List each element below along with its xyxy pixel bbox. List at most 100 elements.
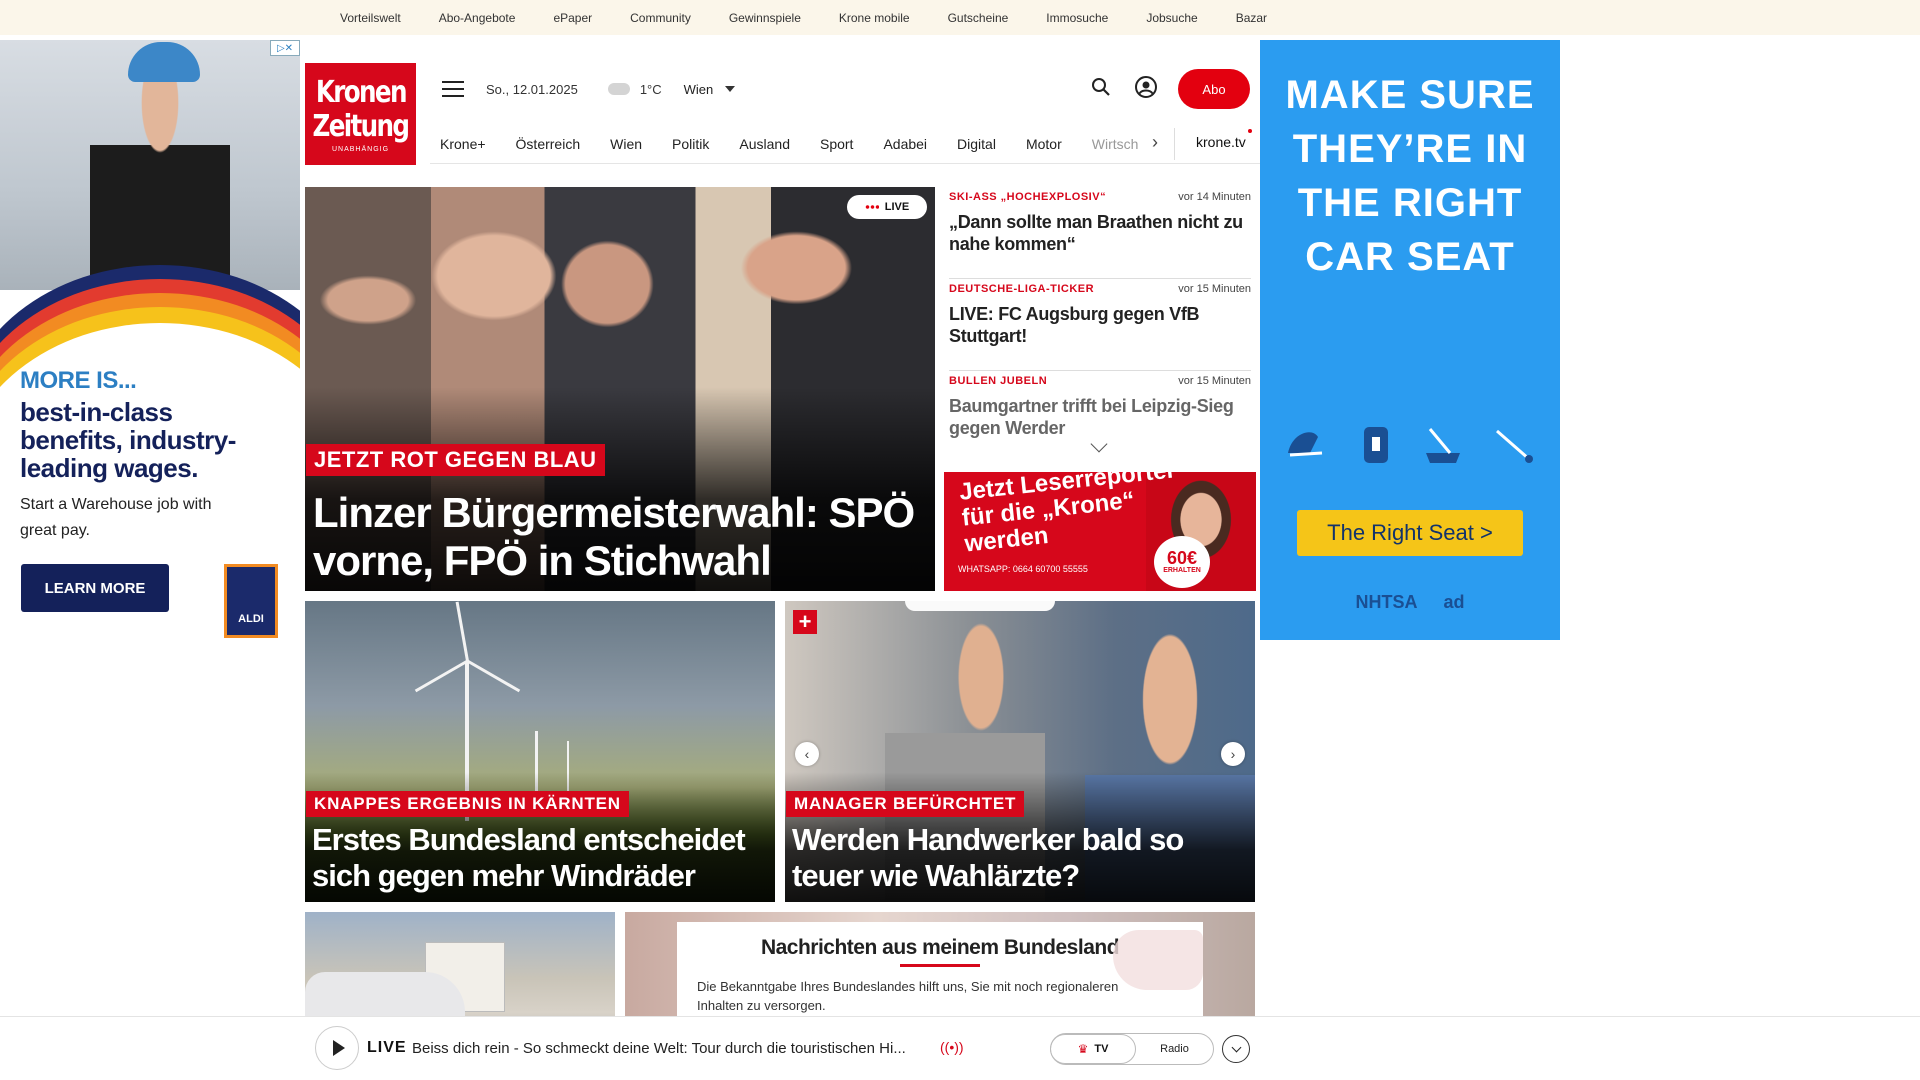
live-label: LIVE [884, 201, 910, 213]
news-headline[interactable]: Baumgartner trifft bei Leipzig-Sieg gege… [949, 395, 1251, 439]
news-time: vor 15 Minuten [1178, 283, 1251, 295]
logo-line-2: Zeitung [312, 108, 411, 144]
search-icon[interactable] [1090, 76, 1112, 103]
ad-left[interactable]: ▷✕ MORE IS... best-in-class benefits, in… [0, 40, 300, 640]
article-card-handwerker[interactable]: + ‹ › MANAGER BEFÜRCHTET Werden Handwerk… [785, 601, 1255, 902]
topnav-epaper[interactable]: ePaper [553, 11, 592, 25]
bundesland-text: Die Bekanntgabe Ihres Bundeslandes hilft… [697, 979, 1119, 1013]
card-title[interactable]: Werden Handwerker bald so teuer wie Wahl… [792, 822, 1252, 894]
topnav-immosuche[interactable]: Immosuche [1046, 11, 1108, 25]
tv-option[interactable]: ♛ TV [1050, 1034, 1136, 1064]
temperature: 1°C [639, 81, 662, 97]
news-headline[interactable]: LIVE: FC Augsburg gegen VfB Stuttgart! [949, 303, 1251, 347]
aldi-logo: ALDI [224, 564, 278, 638]
hero-article[interactable]: LIVE JETZT ROT GEGEN BLAU Linzer Bürgerm… [305, 187, 935, 591]
live-player-bar: LIVE Beiss dich rein - So schmeckt deine… [0, 1016, 1920, 1080]
header-row: So., 12.01.2025 1°C Wien Abo [430, 69, 1250, 109]
logo-line-1: Kronen [315, 74, 408, 110]
nhtsa-logo: NHTSA [1355, 592, 1418, 612]
list-item[interactable]: DEUTSCHE-LIGA-TICKER vor 15 Minuten LIVE… [949, 279, 1251, 371]
turbine-blade [414, 659, 469, 693]
broadcast-icon: ((•)) [940, 1039, 964, 1055]
hero-title[interactable]: Linzer Bürgermeisterwahl: SPÖ vorne, FPÖ… [313, 489, 933, 585]
user-account-icon[interactable] [1134, 75, 1158, 104]
logo-line-3: UNABHÄNGIG [331, 145, 390, 153]
ad-left-more: MORE IS... [20, 367, 137, 394]
heading-underline [900, 964, 980, 967]
expand-player-icon[interactable] [1222, 1035, 1250, 1063]
nav-krone-tv[interactable]: krone.tv [1196, 134, 1246, 150]
nav-oesterreich[interactable]: Österreich [516, 136, 581, 152]
topnav-abo-angebote[interactable]: Abo-Angebote [439, 11, 516, 25]
austria-map-icon [1113, 930, 1203, 990]
article-card-windraeder[interactable]: KNAPPES ERGEBNIS IN KÄRNTEN Erstes Bunde… [305, 601, 775, 902]
topnav-gewinnspiele[interactable]: Gewinnspiele [729, 11, 801, 25]
leserreporter-banner[interactable]: Jetzt Leserreporter für die „Krone“ werd… [944, 472, 1256, 591]
ad-right-message: MAKE SURE THEY’RE IN THE RIGHT CAR SEAT [1285, 73, 1535, 279]
nav-divider [1174, 128, 1175, 160]
nav-krone-plus[interactable]: Krone+ [440, 136, 486, 152]
hero-kicker: JETZT ROT GEGEN BLAU [306, 444, 605, 476]
top-utility-nav: Vorteilswelt Abo-Angebote ePaper Communi… [0, 0, 1920, 35]
cloud-icon [607, 83, 630, 95]
nav-politik[interactable]: Politik [672, 136, 709, 152]
carousel-prev-icon[interactable]: ‹ [795, 742, 819, 766]
banner-amount-sub: ERHALTEN [1163, 567, 1201, 574]
live-dots-icon [864, 205, 879, 209]
banner-amount: 60€ [1166, 548, 1198, 568]
topnav-bazar[interactable]: Bazar [1236, 11, 1267, 25]
card-kicker: KNAPPES ERGEBNIS IN KÄRNTEN [306, 791, 629, 817]
turbine-blade [455, 601, 469, 662]
list-item[interactable]: SKI-ASS „HOCHEXPLOSIV“ vor 14 Minuten „D… [949, 187, 1251, 279]
carousel-next-icon[interactable]: › [1221, 742, 1245, 766]
car-seat-icons [1280, 418, 1540, 472]
tv-label: TV [1094, 1043, 1109, 1055]
live-label: LIVE [367, 1039, 407, 1056]
topnav-community[interactable]: Community [630, 11, 691, 25]
nav-wirtschaft[interactable]: Wirtsch [1092, 136, 1139, 152]
topnav-vorteilswelt[interactable]: Vorteilswelt [340, 11, 401, 25]
section-nav: Krone+ Österreich Wien Politik Ausland S… [430, 124, 1260, 164]
rear-facing-seat-icon [1280, 418, 1334, 472]
menu-icon[interactable] [442, 81, 464, 97]
topnav-gutscheine[interactable]: Gutscheine [948, 11, 1009, 25]
current-date: So., 12.01.2025 [486, 81, 578, 97]
krone-plus-icon: + [793, 610, 817, 634]
booster-seat-icon [1417, 418, 1471, 472]
news-time: vor 14 Minuten [1178, 191, 1251, 203]
play-button[interactable] [315, 1026, 359, 1070]
radio-option[interactable]: Radio [1136, 1043, 1213, 1055]
ad-left-learn-more-button[interactable]: LEARN MORE [21, 564, 169, 612]
nav-scroll-right-icon[interactable]: › [1152, 132, 1158, 153]
latest-news-list: SKI-ASS „HOCHEXPLOSIV“ vor 14 Minuten „D… [949, 187, 1251, 447]
topnav-jobsuche[interactable]: Jobsuche [1146, 11, 1197, 25]
adchoices-icon[interactable]: ▷✕ [270, 40, 300, 56]
abo-button[interactable]: Abo [1178, 69, 1250, 109]
ad-right[interactable]: MAKE SURE THEY’RE IN THE RIGHT CAR SEAT … [1260, 40, 1560, 640]
news-headline[interactable]: „Dann sollte man Braathen nicht zu nahe … [949, 211, 1251, 255]
right-seat-button[interactable]: The Right Seat > [1297, 510, 1523, 556]
news-time: vor 15 Minuten [1178, 375, 1251, 387]
bundesland-heading: Nachrichten aus meinem Bundesland [760, 936, 1120, 959]
tv-radio-toggle[interactable]: ♛ TV Radio [1050, 1033, 1214, 1065]
topnav-krone-mobile[interactable]: Krone mobile [839, 11, 910, 25]
card-title[interactable]: Erstes Bundesland entscheidet sich gegen… [312, 822, 772, 894]
chevron-down-icon[interactable] [725, 86, 736, 92]
nav-adabei[interactable]: Adabei [883, 136, 927, 152]
ad-council-logo: ad [1443, 592, 1465, 612]
ad-left-headline: best-in-class benefits, industry-leading… [20, 397, 236, 483]
city-select[interactable]: Wien [684, 82, 714, 97]
play-icon [332, 1040, 345, 1056]
turbine-blade [466, 659, 521, 693]
nav-motor[interactable]: Motor [1026, 136, 1062, 152]
nav-digital[interactable]: Digital [957, 136, 996, 152]
krone-crown-icon: ♛ [1077, 1042, 1089, 1056]
kronen-zeitung-logo[interactable]: Kronen Zeitung UNABHÄNGIG [305, 63, 416, 165]
ad-left-sub: Start a Warehouse job with great pay. [20, 496, 212, 539]
seat-belt-icon [1486, 418, 1540, 472]
live-stream-title[interactable]: Beiss dich rein - So schmeckt deine Welt… [412, 1040, 932, 1057]
banner-badge: 60€ ERHALTEN [1154, 536, 1210, 588]
nav-ausland[interactable]: Ausland [739, 136, 790, 152]
nav-sport[interactable]: Sport [820, 136, 853, 152]
nav-wien[interactable]: Wien [610, 136, 642, 152]
